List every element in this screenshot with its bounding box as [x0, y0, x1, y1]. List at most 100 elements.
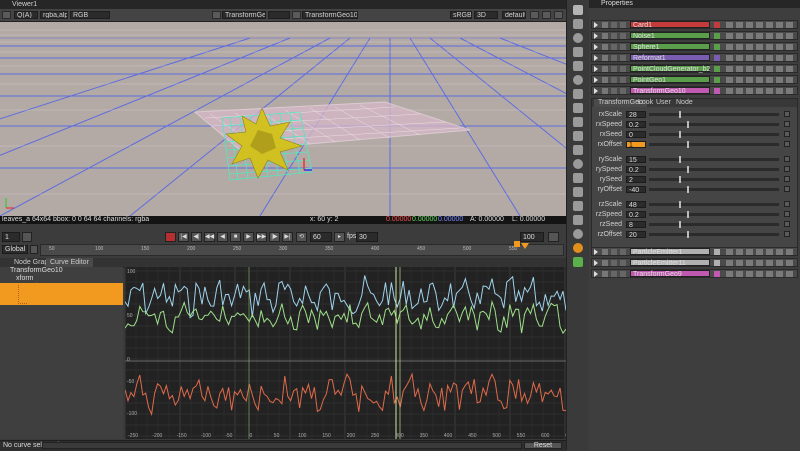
help-icon[interactable]: [766, 33, 773, 39]
slider-handle[interactable]: [687, 141, 689, 148]
close-panel-icon[interactable]: [786, 77, 793, 83]
redo-icon[interactable]: [736, 44, 743, 50]
close-icon[interactable]: [602, 33, 608, 39]
revert-icon[interactable]: [746, 22, 753, 28]
timeline-ruler[interactable]: 50 100 150 200 250 300 350 400 450 500 550: [40, 243, 564, 256]
float-panel-icon[interactable]: [776, 271, 783, 277]
undo-icon[interactable]: [726, 55, 733, 61]
node-color-swatch[interactable]: [714, 260, 720, 266]
float-icon[interactable]: [611, 260, 617, 266]
float-icon[interactable]: [611, 88, 617, 94]
bottom-node-row[interactable]: TransformGeo9: [591, 269, 798, 278]
minimize-icon[interactable]: [620, 88, 626, 94]
float-panel-icon[interactable]: [776, 44, 783, 50]
param-value-field[interactable]: 28: [626, 111, 646, 119]
close-panel-icon[interactable]: [786, 88, 793, 94]
minimize-icon[interactable]: [620, 22, 626, 28]
loop-button[interactable]: ⟲: [296, 232, 307, 242]
param-value-field[interactable]: -40: [626, 186, 646, 194]
expand-icon[interactable]: [756, 271, 763, 277]
animation-key-icon[interactable]: [784, 121, 790, 127]
animation-key-icon[interactable]: [784, 221, 790, 227]
expand-arrow-icon[interactable]: [594, 249, 598, 255]
redo-icon[interactable]: [736, 249, 743, 255]
revert-icon[interactable]: [746, 77, 753, 83]
frame-end-field[interactable]: 100: [520, 232, 544, 242]
merge-tool-icon[interactable]: [573, 103, 583, 113]
current-frame-marker[interactable]: [514, 241, 520, 247]
animation-key-icon[interactable]: [784, 166, 790, 172]
slider-handle[interactable]: [687, 186, 689, 193]
minimize-icon[interactable]: [620, 77, 626, 83]
param-slider[interactable]: [649, 211, 779, 218]
node-color-swatch[interactable]: [714, 55, 720, 61]
redo-icon[interactable]: [736, 55, 743, 61]
animation-key-icon[interactable]: [784, 186, 790, 192]
animation-key-icon[interactable]: [784, 131, 790, 137]
channel-tool-icon[interactable]: [573, 47, 583, 57]
settings-icon[interactable]: [554, 11, 563, 19]
viewer-range-select[interactable]: Global: [2, 245, 28, 254]
animation-key-icon[interactable]: [784, 211, 790, 217]
step-back-button[interactable]: ◀|: [191, 232, 202, 242]
param-value-field[interactable]: 48: [626, 201, 646, 209]
input-node-select[interactable]: Q(A): [14, 11, 38, 19]
float-icon[interactable]: [611, 271, 617, 277]
expand-icon[interactable]: [756, 44, 763, 50]
close-icon[interactable]: [602, 66, 608, 72]
param-value-field[interactable]: 15: [626, 156, 646, 164]
param-slider[interactable]: [649, 131, 779, 138]
compare-mode-select[interactable]: [268, 11, 290, 19]
node-color-swatch[interactable]: [714, 33, 720, 39]
close-icon[interactable]: [602, 249, 608, 255]
undo-icon[interactable]: [726, 271, 733, 277]
undo-icon[interactable]: [726, 22, 733, 28]
animation-key-icon[interactable]: [784, 141, 790, 147]
param-value-field[interactable]: 0.2: [626, 166, 646, 174]
help-icon[interactable]: [766, 22, 773, 28]
param-value-field[interactable]: 0.2: [626, 211, 646, 219]
close-panel-icon[interactable]: [786, 44, 793, 50]
float-panel-icon[interactable]: [776, 22, 783, 28]
param-slider[interactable]: [649, 186, 779, 193]
redo-icon[interactable]: [736, 22, 743, 28]
revert-icon[interactable]: [746, 66, 753, 72]
color-tool-icon[interactable]: [573, 61, 583, 71]
slider-handle[interactable]: [687, 231, 689, 238]
revert-icon[interactable]: [746, 44, 753, 50]
float-panel-icon[interactable]: [776, 88, 783, 94]
help-icon[interactable]: [766, 271, 773, 277]
help-icon[interactable]: [766, 66, 773, 72]
close-panel-icon[interactable]: [786, 66, 793, 72]
viewer-b-button[interactable]: [292, 11, 301, 19]
node-row[interactable]: Sphere1: [591, 42, 798, 51]
viewer-input-button[interactable]: [2, 11, 11, 19]
slider-handle[interactable]: [679, 156, 681, 163]
increment-button[interactable]: ▸: [334, 232, 345, 242]
keyer-tool-icon[interactable]: [573, 89, 583, 99]
close-panel-icon[interactable]: [786, 22, 793, 28]
close-icon[interactable]: [602, 271, 608, 277]
current-frame-field[interactable]: 60: [310, 232, 332, 242]
expand-arrow-icon[interactable]: [594, 33, 598, 39]
last-frame-button[interactable]: ▶|: [282, 232, 293, 242]
expression-field[interactable]: [42, 442, 522, 449]
float-panel-icon[interactable]: [776, 249, 783, 255]
toolsets-tool-icon[interactable]: [573, 187, 583, 197]
slider-handle[interactable]: [679, 221, 681, 228]
float-icon[interactable]: [611, 55, 617, 61]
node-row[interactable]: PointCloudGenerator_b2: [591, 64, 798, 73]
close-panel-icon[interactable]: [786, 249, 793, 255]
param-slider[interactable]: [649, 221, 779, 228]
param-slider[interactable]: [649, 176, 779, 183]
close-icon[interactable]: [602, 22, 608, 28]
tree-child-item[interactable]: xform: [2, 275, 123, 283]
node-color-swatch[interactable]: [714, 44, 720, 50]
expand-icon[interactable]: [756, 77, 763, 83]
node-row[interactable]: Card1: [591, 20, 798, 29]
expand-arrow-icon[interactable]: [594, 22, 598, 28]
lut-select[interactable]: sRGB: [450, 11, 472, 19]
param-value-field[interactable]: 2: [626, 176, 646, 184]
node-row[interactable]: Reformat1: [591, 53, 798, 62]
filter-tool-icon[interactable]: [573, 75, 583, 85]
